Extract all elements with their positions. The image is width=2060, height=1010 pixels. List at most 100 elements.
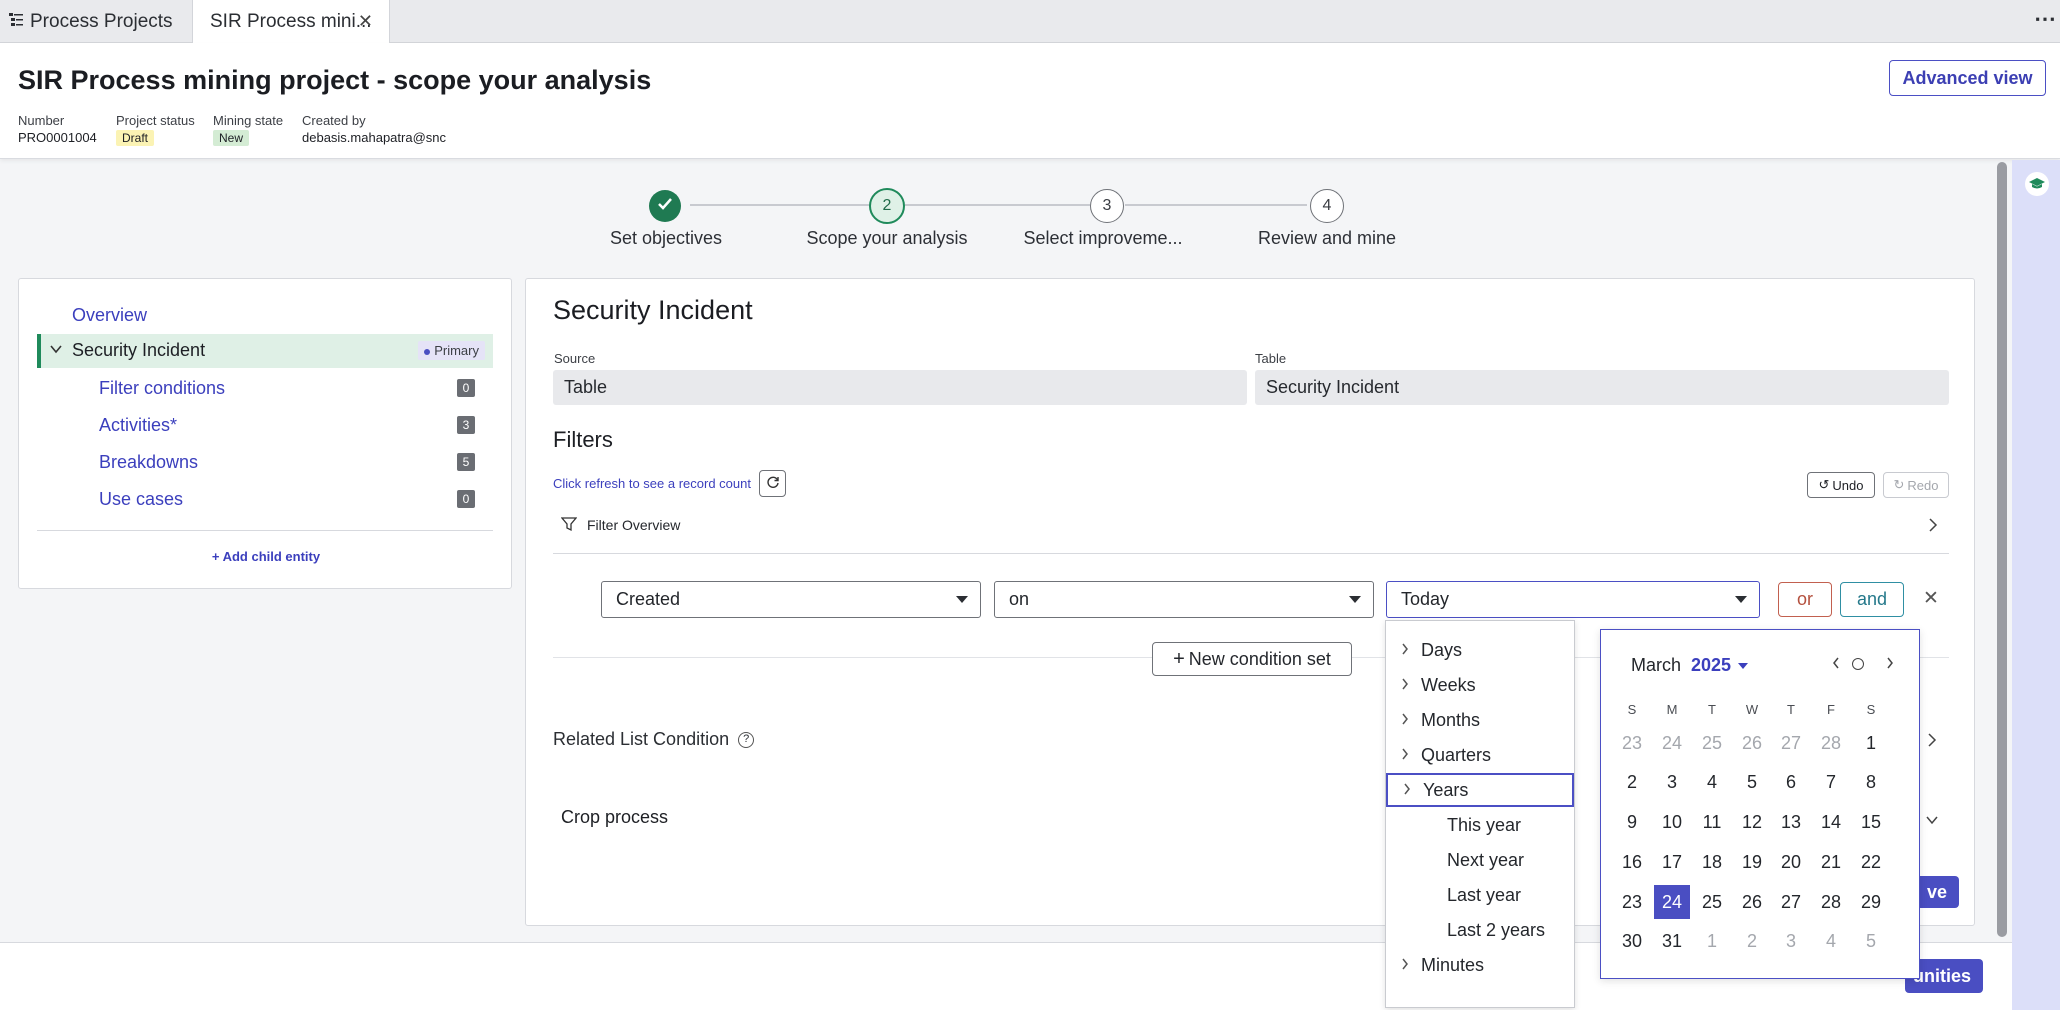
calendar-day[interactable]: 20 — [1773, 845, 1809, 879]
calendar-day[interactable]: 1 — [1853, 726, 1889, 760]
chevron-right-icon — [1400, 712, 1410, 729]
sidebar-item-activities[interactable]: Activities* — [99, 415, 177, 436]
calendar-day[interactable]: 17 — [1654, 845, 1690, 879]
refresh-button[interactable] — [759, 470, 786, 497]
close-icon[interactable]: ✕ — [358, 11, 373, 32]
step-2-current[interactable]: 2 — [869, 188, 905, 224]
remove-condition-icon[interactable]: ✕ — [1923, 587, 1939, 610]
calendar-day[interactable]: 22 — [1853, 845, 1889, 879]
calendar-day[interactable]: 25 — [1694, 885, 1730, 919]
dropdown-item[interactable]: Months — [1386, 703, 1574, 737]
calendar-year-select[interactable]: 2025 — [1691, 655, 1749, 676]
step-3[interactable]: 3 — [1090, 189, 1124, 223]
more-options-icon[interactable]: ⋯ — [2034, 6, 2056, 32]
redo-label: Redo — [1907, 477, 1939, 493]
calendar-day[interactable]: 10 — [1654, 805, 1690, 839]
filter-overview-row[interactable]: Filter Overview — [553, 512, 1949, 542]
calendar-day[interactable]: 21 — [1813, 845, 1849, 879]
sidebar-item-filter-conditions[interactable]: Filter conditions — [99, 378, 225, 399]
chevron-down-icon[interactable] — [1925, 813, 1939, 831]
or-button[interactable]: or — [1778, 582, 1832, 617]
dropdown-item[interactable]: Days — [1386, 633, 1574, 667]
calendar-day[interactable]: 31 — [1654, 924, 1690, 958]
calendar-day[interactable]: 4 — [1694, 765, 1730, 799]
count-badge: 0 — [457, 490, 475, 508]
dropdown-item[interactable]: Quarters — [1386, 738, 1574, 772]
calendar-day[interactable]: 24 — [1654, 726, 1690, 760]
add-child-entity-link[interactable]: + Add child entity — [19, 549, 513, 564]
calendar-day[interactable]: 4 — [1813, 924, 1849, 958]
calendar-day[interactable]: 2 — [1734, 924, 1770, 958]
dropdown-item[interactable]: Weeks — [1386, 668, 1574, 702]
chevron-right-icon[interactable] — [1926, 732, 1938, 753]
calendar-day[interactable]: 23 — [1614, 885, 1650, 919]
calendar-day[interactable]: 27 — [1773, 726, 1809, 760]
chevron-down-icon[interactable] — [49, 342, 63, 361]
step-1-complete[interactable] — [649, 190, 681, 222]
dropdown-item[interactable]: Years — [1386, 773, 1574, 807]
chevron-right-icon[interactable] — [1927, 517, 1939, 538]
calendar-day[interactable]: 23 — [1614, 726, 1650, 760]
calendar-day[interactable]: 5 — [1853, 924, 1889, 958]
prev-month-icon[interactable] — [1831, 655, 1841, 676]
value-select[interactable]: Today — [1386, 581, 1760, 618]
new-condition-set-button[interactable]: + New condition set — [1152, 642, 1352, 676]
help-icon[interactable]: ? — [738, 732, 755, 749]
step-4[interactable]: 4 — [1310, 189, 1344, 223]
calendar-day[interactable]: 24 — [1654, 885, 1690, 919]
calendar-day[interactable]: 15 — [1853, 805, 1889, 839]
advanced-view-button[interactable]: Advanced view — [1889, 60, 2046, 96]
scrollbar[interactable] — [1997, 162, 2007, 937]
calendar-day[interactable]: 3 — [1654, 765, 1690, 799]
calendar-day[interactable]: 28 — [1813, 885, 1849, 919]
calendar-day[interactable]: 19 — [1734, 845, 1770, 879]
calendar-day[interactable]: 3 — [1773, 924, 1809, 958]
calendar-day[interactable]: 7 — [1813, 765, 1849, 799]
calendar-day[interactable]: 12 — [1734, 805, 1770, 839]
filters-heading: Filters — [553, 427, 613, 452]
calendar-day[interactable]: 11 — [1694, 805, 1730, 839]
dropdown-item[interactable]: Last year — [1386, 878, 1574, 912]
calendar-day[interactable]: 30 — [1614, 924, 1650, 958]
right-rail — [2012, 160, 2060, 1010]
undo-button[interactable]: ↺ Undo — [1807, 472, 1875, 498]
calendar-day[interactable]: 6 — [1773, 765, 1809, 799]
and-button[interactable]: and — [1840, 582, 1904, 617]
divider — [553, 553, 1949, 554]
calendar-day[interactable]: 29 — [1853, 885, 1889, 919]
calendar-day[interactable]: 18 — [1694, 845, 1730, 879]
entity-row-security-incident[interactable]: Security Incident Primary — [37, 334, 493, 368]
calendar-day[interactable]: 25 — [1694, 726, 1730, 760]
calendar-day[interactable]: 26 — [1734, 885, 1770, 919]
dropdown-item[interactable]: Minutes — [1386, 948, 1574, 982]
dropdown-item[interactable]: Last 2 years — [1386, 913, 1574, 947]
sidebar-item-breakdowns[interactable]: Breakdowns — [99, 452, 198, 473]
calendar-day[interactable]: 9 — [1614, 805, 1650, 839]
calendar-day[interactable]: 27 — [1773, 885, 1809, 919]
calendar-day[interactable]: 16 — [1614, 845, 1650, 879]
calendar-day[interactable]: 28 — [1813, 726, 1849, 760]
field-select[interactable]: Created — [601, 581, 981, 618]
sidebar-item-use-cases[interactable]: Use cases — [99, 489, 183, 510]
count-badge: 3 — [457, 416, 475, 434]
calendar-day[interactable]: 5 — [1734, 765, 1770, 799]
operator-select[interactable]: on — [994, 581, 1374, 618]
calendar-day[interactable]: 13 — [1773, 805, 1809, 839]
today-icon[interactable] — [1852, 658, 1864, 670]
tab-process-projects[interactable]: Process Projects — [8, 0, 196, 43]
dropdown-item[interactable]: This year — [1386, 808, 1574, 842]
dropdown-item[interactable]: Next year — [1386, 843, 1574, 877]
chevron-right-icon — [1402, 782, 1412, 799]
calendar-day[interactable]: 8 — [1853, 765, 1889, 799]
learning-icon[interactable] — [2025, 172, 2049, 196]
calendar-day[interactable]: 1 — [1694, 924, 1730, 958]
calendar-day[interactable]: 26 — [1734, 726, 1770, 760]
calendar-day[interactable]: 14 — [1813, 805, 1849, 839]
tab-bar: Process Projects SIR Process mini... ✕ ⋯ — [0, 0, 2060, 43]
overview-link[interactable]: Overview — [72, 305, 147, 326]
calendar-day[interactable]: 2 — [1614, 765, 1650, 799]
next-month-icon[interactable] — [1885, 655, 1895, 676]
undo-icon: ↺ — [1818, 477, 1830, 492]
tab-sir-process[interactable]: SIR Process mini... ✕ — [192, 0, 390, 43]
redo-button[interactable]: ↻ Redo — [1883, 472, 1949, 498]
